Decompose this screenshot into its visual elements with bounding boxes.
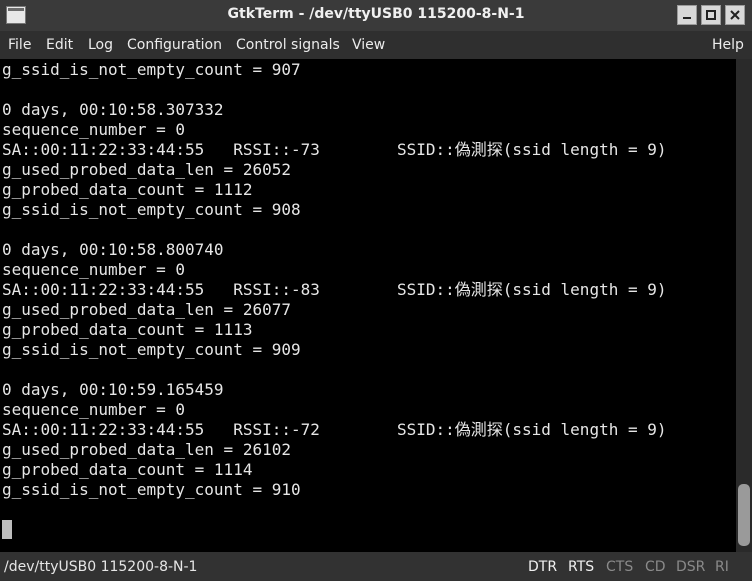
terminal-output[interactable]: g_ssid_is_not_empty_count = 907 0 days, … [0, 59, 736, 552]
terminal-line: g_ssid_is_not_empty_count = 909 [2, 340, 301, 359]
maximize-icon [706, 10, 716, 20]
terminal-line: SA::00:11:22:33:44:55 RSSI::-73 SSID::偽測… [2, 140, 667, 159]
close-icon [730, 10, 740, 20]
terminal-line: 0 days, 00:10:58.307332 [2, 100, 224, 119]
terminal-line: 0 days, 00:10:59.165459 [2, 380, 224, 399]
terminal-line: g_probed_data_count = 1112 [2, 180, 253, 199]
terminal-line: g_ssid_is_not_empty_count = 908 [2, 200, 301, 219]
signal-dsr: DSR [676, 559, 706, 575]
menu-bar: File Edit Log Configuration Control sign… [0, 31, 752, 59]
close-button[interactable] [725, 5, 745, 25]
minimize-icon [683, 17, 691, 19]
terminal-cursor [2, 520, 12, 539]
signal-dtr[interactable]: DTR [528, 559, 557, 575]
menu-configuration[interactable]: Configuration [127, 37, 222, 53]
signal-ri: RI [715, 559, 729, 575]
signal-cd: CD [645, 559, 666, 575]
menu-file[interactable]: File [8, 37, 31, 53]
minimize-button[interactable] [677, 5, 697, 25]
menu-edit[interactable]: Edit [46, 37, 73, 53]
maximize-button[interactable] [701, 5, 721, 25]
menu-log[interactable]: Log [88, 37, 113, 53]
window-title: GtkTerm - /dev/ttyUSB0 115200-8-N-1 [227, 6, 525, 22]
menu-control-signals[interactable]: Control signals [236, 37, 340, 53]
title-bar[interactable]: GtkTerm - /dev/ttyUSB0 115200-8-N-1 [0, 0, 752, 31]
terminal-line: g_probed_data_count = 1113 [2, 320, 253, 339]
terminal-line: sequence_number = 0 [2, 120, 186, 139]
terminal-line: 0 days, 00:10:58.800740 [2, 240, 224, 259]
signal-rts[interactable]: RTS [568, 559, 594, 575]
port-status: /dev/ttyUSB0 115200-8-N-1 [4, 559, 198, 575]
menu-view[interactable]: View [352, 37, 385, 53]
terminal-line: g_ssid_is_not_empty_count = 910 [2, 480, 301, 499]
terminal-line: sequence_number = 0 [2, 400, 186, 419]
terminal-line: sequence_number = 0 [2, 260, 186, 279]
terminal-line: SA::00:11:22:33:44:55 RSSI::-72 SSID::偽測… [2, 420, 667, 439]
terminal-line: g_used_probed_data_len = 26052 [2, 160, 291, 179]
terminal-line: g_ssid_is_not_empty_count = 907 [2, 60, 301, 79]
terminal-line: g_used_probed_data_len = 26077 [2, 300, 291, 319]
terminal-line: SA::00:11:22:33:44:55 RSSI::-83 SSID::偽測… [2, 280, 667, 299]
terminal-line: g_used_probed_data_len = 26102 [2, 440, 291, 459]
vertical-scrollbar[interactable] [736, 59, 752, 552]
scrollbar-thumb[interactable] [738, 484, 750, 546]
terminal-line: g_probed_data_count = 1114 [2, 460, 253, 479]
status-bar: /dev/ttyUSB0 115200-8-N-1 DTR RTS CTS CD… [0, 552, 752, 581]
menu-help[interactable]: Help [712, 37, 744, 53]
signal-cts: CTS [606, 559, 634, 575]
